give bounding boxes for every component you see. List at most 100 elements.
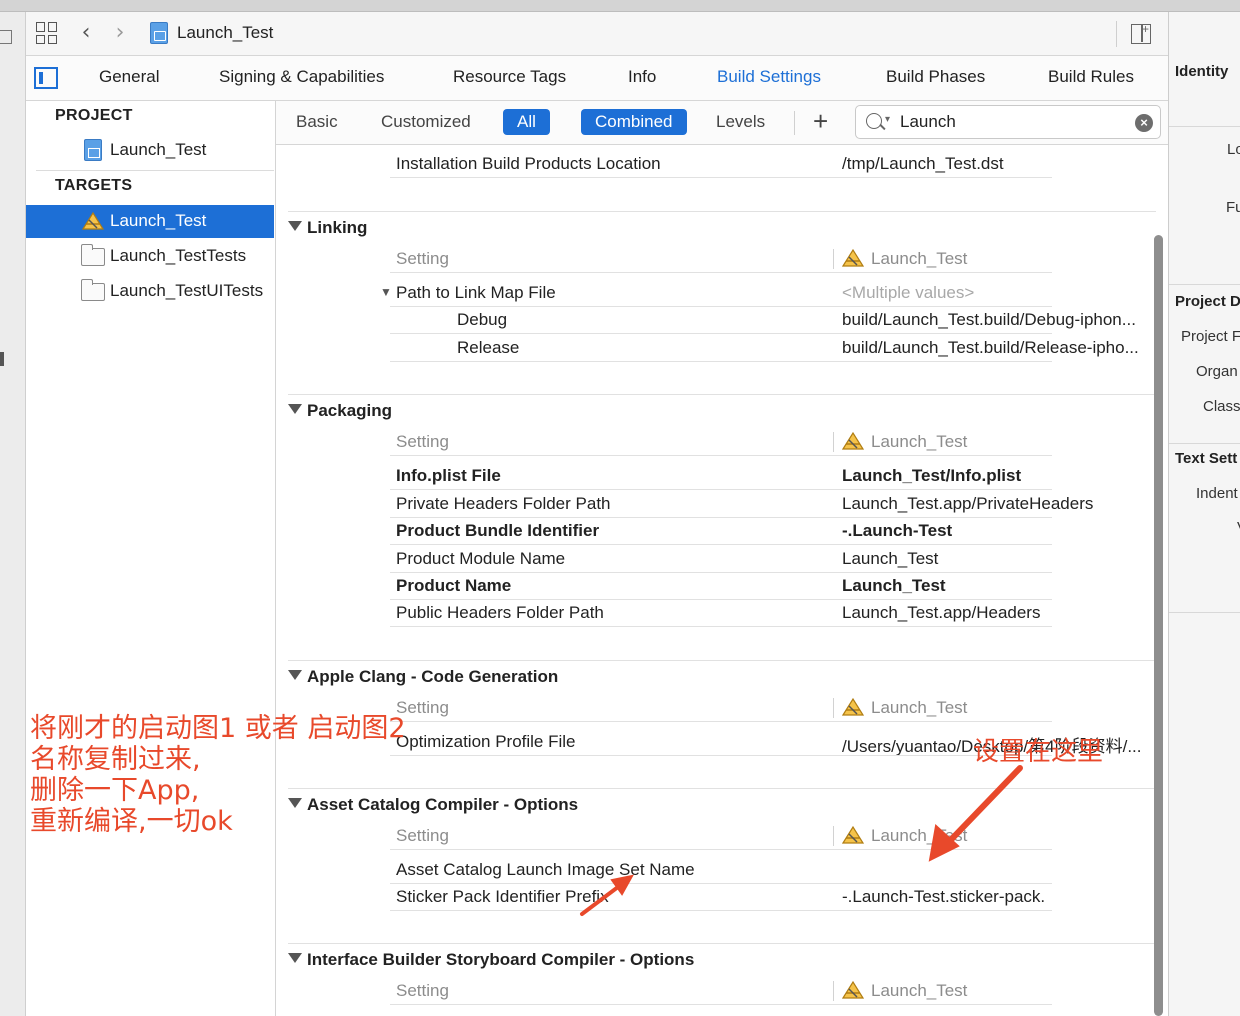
column-target-label: Launch_Test bbox=[871, 826, 968, 845]
build-settings-list: Installation Build Products Location /tm… bbox=[276, 145, 1168, 1016]
setting-row-launch-image[interactable]: Asset Catalog Launch Image Set Name bbox=[276, 856, 1156, 884]
setting-value: <Multiple values> bbox=[842, 283, 975, 302]
column-header-row: Setting Launch_Test bbox=[276, 428, 1156, 456]
section-packaging[interactable]: Packaging bbox=[276, 397, 1156, 427]
app-target-icon bbox=[841, 248, 865, 267]
project-header: PROJECT bbox=[55, 107, 133, 124]
search-field[interactable]: ▾ × bbox=[855, 105, 1161, 139]
setting-key: Release bbox=[457, 338, 520, 357]
tab-build-rules[interactable]: Build Rules bbox=[1048, 67, 1134, 87]
inspector-class-prefix-label: Class bbox=[1203, 398, 1240, 415]
breadcrumb-title[interactable]: Launch_Test bbox=[177, 23, 273, 43]
column-target-label: Launch_Test bbox=[871, 981, 968, 1000]
section-divider bbox=[288, 943, 1156, 944]
section-interface-builder[interactable]: Interface Builder Storyboard Compiler - … bbox=[276, 946, 1156, 976]
setting-value: Launch_Test.app/PrivateHeaders bbox=[842, 494, 1094, 513]
annotation-set-here: 设置在这里 bbox=[973, 737, 1104, 767]
column-target-label: Launch_Test bbox=[871, 698, 968, 717]
section-divider bbox=[288, 211, 1156, 212]
chevron-down-icon: ▾ bbox=[885, 114, 891, 125]
target-item-label: Launch_TestUITests bbox=[110, 281, 264, 300]
setting-key: Public Headers Folder Path bbox=[396, 603, 604, 622]
section-title: Packaging bbox=[307, 401, 393, 420]
disclosure-triangle-icon[interactable] bbox=[288, 404, 302, 414]
filter-all-button[interactable]: All bbox=[503, 109, 550, 135]
editor-tab-bar: General Signing & Capabilities Resource … bbox=[26, 56, 1168, 101]
annotation-line: 名称复制过来, bbox=[30, 744, 201, 775]
annotation-line: 将刚才的启动图1 或者 启动图2 bbox=[30, 713, 406, 744]
setting-row[interactable]: Private Headers Folder Path Launch_Test.… bbox=[276, 490, 1156, 518]
project-item[interactable]: Launch_Test bbox=[26, 134, 274, 167]
setting-row-release[interactable]: Release build/Launch_Test.build/Release-… bbox=[276, 334, 1156, 362]
filter-basic-button[interactable]: Basic bbox=[296, 112, 338, 132]
tab-info[interactable]: Info bbox=[628, 67, 656, 87]
main-toolbar: ‹ › Launch_Test bbox=[26, 12, 1168, 56]
setting-key: Sticker Pack Identifier Prefix bbox=[396, 887, 609, 906]
setting-row[interactable]: Installation Build Products Location /tm… bbox=[276, 150, 1156, 178]
inspector-text-settings-header: Text Sett bbox=[1175, 450, 1238, 467]
edge-panel-icon[interactable] bbox=[0, 30, 12, 44]
inspector-organization-label: Organ bbox=[1196, 363, 1238, 380]
filter-customized-button[interactable]: Customized bbox=[381, 112, 471, 132]
disclosure-triangle-icon[interactable] bbox=[288, 221, 302, 231]
annotation-line: 删除一下App, bbox=[30, 775, 200, 806]
section-divider bbox=[288, 660, 1156, 661]
inspector-project-format-label: Project F bbox=[1181, 328, 1240, 345]
vertical-scrollbar[interactable] bbox=[1154, 235, 1163, 1016]
grid-icon[interactable] bbox=[36, 22, 58, 44]
edge-marker bbox=[0, 352, 4, 366]
setting-row-link-map[interactable]: ▼ Path to Link Map File <Multiple values… bbox=[276, 279, 1156, 307]
target-item-label: Launch_TestTests bbox=[110, 246, 247, 265]
column-setting-label: Setting bbox=[396, 432, 449, 451]
search-input[interactable] bbox=[900, 112, 1120, 132]
add-editor-icon[interactable] bbox=[1131, 22, 1151, 44]
setting-value: -.Launch-Test.sticker-pack. bbox=[842, 887, 1046, 906]
target-item-launch-testuitests[interactable]: Launch_TestUITests bbox=[26, 275, 274, 308]
setting-key: Optimization Profile File bbox=[396, 732, 576, 751]
disclosure-triangle-icon[interactable] bbox=[288, 953, 302, 963]
setting-row-debug[interactable]: Debug build/Launch_Test.build/Debug-ipho… bbox=[276, 306, 1156, 334]
target-item-launch-test[interactable]: Launch_Test bbox=[26, 205, 274, 238]
tab-resource-tags[interactable]: Resource Tags bbox=[453, 67, 566, 87]
setting-row[interactable]: Info.plist File Launch_Test/Info.plist bbox=[276, 462, 1156, 490]
column-target-label: Launch_Test bbox=[871, 432, 968, 451]
clear-search-icon[interactable]: × bbox=[1135, 114, 1153, 132]
app-target-icon bbox=[81, 211, 105, 230]
section-asset-catalog[interactable]: Asset Catalog Compiler - Options bbox=[276, 791, 1156, 821]
sidebar-toggle-icon[interactable] bbox=[34, 67, 58, 89]
app-target-icon bbox=[841, 825, 865, 844]
target-item-label: Launch_Test bbox=[110, 211, 207, 230]
setting-key: Debug bbox=[457, 310, 508, 329]
setting-value: build/Launch_Test.build/Release-ipho... bbox=[842, 338, 1139, 357]
tab-general[interactable]: General bbox=[99, 67, 159, 87]
section-divider bbox=[288, 394, 1156, 395]
section-linking[interactable]: Linking bbox=[276, 214, 1156, 244]
column-setting-label: Setting bbox=[396, 981, 449, 1000]
filter-combined-button[interactable]: Combined bbox=[581, 109, 687, 135]
target-item-launch-testtests[interactable]: Launch_TestTests bbox=[26, 240, 274, 273]
setting-row[interactable]: Public Headers Folder Path Launch_Test.a… bbox=[276, 599, 1156, 627]
chevron-right-icon[interactable]: › bbox=[110, 22, 130, 44]
filter-levels-button[interactable]: Levels bbox=[716, 112, 765, 132]
section-apple-clang[interactable]: Apple Clang - Code Generation bbox=[276, 663, 1156, 693]
inspector-identity-header: Identity bbox=[1175, 63, 1229, 80]
build-settings-filter-bar: Basic Customized All Combined Levels + ▾… bbox=[276, 101, 1168, 145]
tab-build-settings[interactable]: Build Settings bbox=[717, 67, 821, 87]
setting-key: Product Bundle Identifier bbox=[396, 521, 600, 540]
disclosure-triangle-icon[interactable] bbox=[288, 670, 302, 680]
column-header-row: Setting Launch_Test bbox=[276, 694, 1156, 722]
column-setting-label: Setting bbox=[396, 249, 449, 268]
test-bundle-icon bbox=[81, 279, 105, 301]
setting-row[interactable]: Product Module Name Launch_Test bbox=[276, 545, 1156, 573]
tab-signing-capabilities[interactable]: Signing & Capabilities bbox=[219, 67, 384, 87]
app-target-icon bbox=[841, 697, 865, 716]
tab-build-phases[interactable]: Build Phases bbox=[886, 67, 985, 87]
disclosure-triangle-icon[interactable]: ▼ bbox=[380, 285, 392, 299]
setting-key: Installation Build Products Location bbox=[396, 154, 661, 173]
setting-value: Launch_Test.app/Headers bbox=[842, 603, 1041, 622]
setting-row[interactable]: Sticker Pack Identifier Prefix -.Launch-… bbox=[276, 883, 1156, 911]
setting-row[interactable]: Product Bundle Identifier -.Launch-Test bbox=[276, 517, 1156, 545]
chevron-left-icon[interactable]: ‹ bbox=[76, 22, 96, 44]
setting-row[interactable]: Product Name Launch_Test bbox=[276, 572, 1156, 600]
add-setting-button[interactable]: + bbox=[813, 106, 828, 136]
